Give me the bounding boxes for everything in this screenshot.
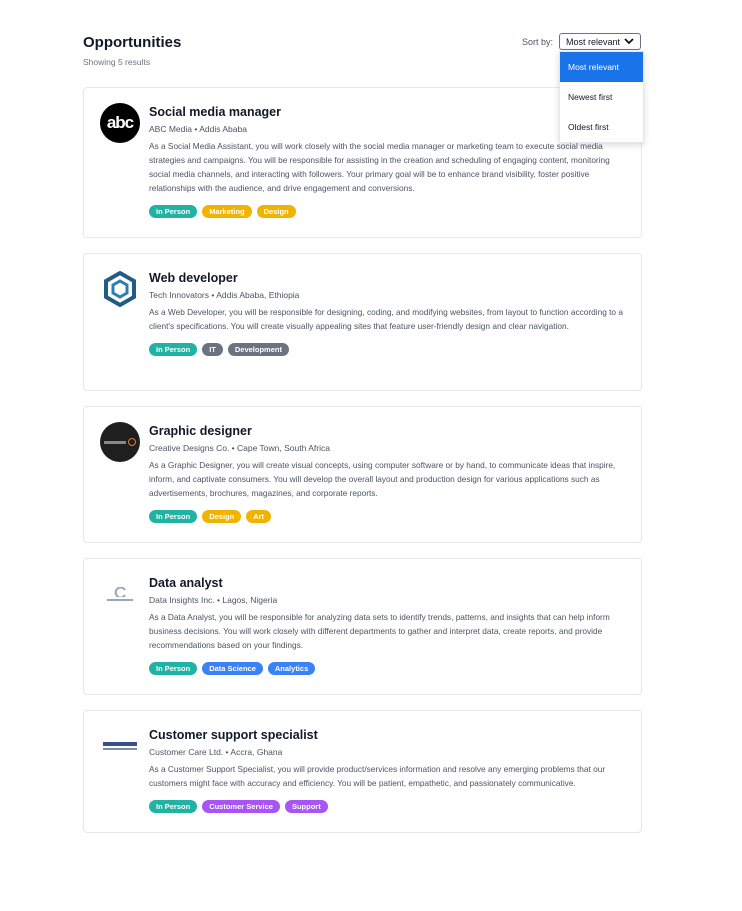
data-insights-logo xyxy=(100,574,140,614)
tag: Design xyxy=(202,510,242,523)
tag: Analytics xyxy=(267,662,316,675)
sort-label: Sort by: xyxy=(522,36,554,47)
tag: In Person xyxy=(149,800,198,813)
job-tags: In Person Data Science Analytics xyxy=(149,662,629,675)
tag: In Person xyxy=(149,205,198,218)
sort-option-oldest-first[interactable]: Oldest first xyxy=(560,112,643,142)
sort-control: Sort by: Most relevant xyxy=(522,33,642,50)
job-tags: In Person Customer Service Support xyxy=(149,800,629,813)
sort-select[interactable]: Most relevant xyxy=(559,33,642,50)
job-meta: Customer Care Ltd. • Accra, Ghana xyxy=(149,747,283,757)
job-tags: In Person Marketing Design xyxy=(149,205,629,218)
tag: Data Science xyxy=(202,662,263,675)
job-card[interactable]: Customer support specialist Customer Car… xyxy=(83,710,642,833)
job-title[interactable]: Graphic designer xyxy=(149,423,629,439)
sort-option-newest-first[interactable]: Newest first xyxy=(560,82,643,112)
abc-logo: abc xyxy=(100,103,140,143)
dark-circle-logo xyxy=(100,422,140,462)
job-description: As a Social Media Assistant, you will wo… xyxy=(149,141,610,193)
job-card[interactable]: Web developer Tech Innovators • Addis Ab… xyxy=(83,253,642,391)
job-description: As a Customer Support Specialist, you wi… xyxy=(149,764,606,788)
job-title[interactable]: Web developer xyxy=(149,270,629,286)
job-title[interactable]: Customer support specialist xyxy=(149,727,629,743)
job-meta: Tech Innovators • Addis Ababa, Ethiopia xyxy=(149,290,300,300)
tag: In Person xyxy=(149,510,198,523)
job-title[interactable]: Data analyst xyxy=(149,575,629,591)
job-meta: Data Insights Inc. • Lagos, Nigeria xyxy=(149,595,278,605)
tag: Design xyxy=(256,205,296,218)
job-tags: In Person IT Development xyxy=(149,343,629,356)
sort-dropdown: Most relevant Newest first Oldest first xyxy=(559,51,644,143)
job-card[interactable]: Data analyst Data Insights Inc. • Lagos,… xyxy=(83,558,642,695)
job-card[interactable]: Graphic designer Creative Designs Co. • … xyxy=(83,406,642,543)
hexagon-logo xyxy=(100,269,140,309)
job-title[interactable]: Social media manager xyxy=(149,104,629,120)
sort-selected-value: Most relevant xyxy=(566,36,621,47)
job-meta: ABC Media • Addis Ababa xyxy=(149,124,247,134)
sort-option-most-relevant[interactable]: Most relevant xyxy=(560,52,643,82)
job-description: As a Graphic Designer, you will create v… xyxy=(149,460,616,498)
job-meta: Creative Designs Co. • Cape Town, South … xyxy=(149,443,330,453)
job-description: As a Data Analyst, you will be responsib… xyxy=(149,612,610,650)
tag: In Person xyxy=(149,662,198,675)
tag: Development xyxy=(227,343,289,356)
job-description: As a Web Developer, you will be responsi… xyxy=(149,307,623,331)
job-tags: In Person Design Art xyxy=(149,510,629,523)
tag: Customer Service xyxy=(202,800,280,813)
tag: Marketing xyxy=(202,205,252,218)
tag: In Person xyxy=(149,343,198,356)
tag: IT xyxy=(202,343,223,356)
tag: Art xyxy=(246,510,272,523)
chevron-down-icon xyxy=(624,38,634,45)
tag: Support xyxy=(284,800,328,813)
customer-care-logo xyxy=(100,726,140,766)
